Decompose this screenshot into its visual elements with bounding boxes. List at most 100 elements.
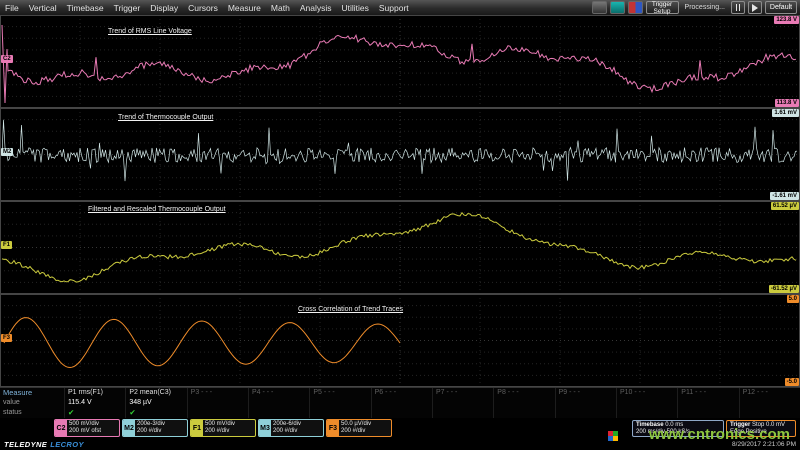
measure-column[interactable]: P12 - - - [739,388,800,418]
grid-panel-correlation: Cross Correlation of Trend Traces 5.0 -5… [0,294,800,387]
watermark-text: www.cntronics.com [649,426,790,443]
measure-value [252,398,306,408]
menu-item-file[interactable]: File [0,3,24,13]
measure-column[interactable]: P11 - - - [677,388,738,418]
measure-header: P4 - - - [252,388,306,398]
descriptor-settings: 50.0 µV/div200 #/div [339,420,371,436]
measure-value [497,398,551,408]
menu-item-analysis[interactable]: Analysis [295,3,337,13]
measure-header: P11 - - - [681,388,735,398]
measure-panel: Measure value status P1 rms(F1)115.4 V✔P… [0,387,800,418]
descriptor-label: F1 [191,420,203,436]
scale-tag-top: 123.8 V [774,16,799,24]
menu-item-cursors[interactable]: Cursors [183,3,223,13]
scale-tag-top: 5.0 [787,295,799,303]
descriptor-box-c2[interactable]: C2500 mV/div200 mV ofst [54,419,120,437]
measure-title: Measure [3,388,64,398]
measure-value [620,398,674,408]
descriptor-settings: 500 mV/div200 mV ofst [67,420,101,436]
measure-column[interactable]: P1 rms(F1)115.4 V✔ [64,388,125,418]
toolbar-right: Trigger Setup Processing... Default [592,1,800,14]
descriptor-settings: 500 mV/div200 #/div [203,420,235,436]
lecroy-trigger-icon[interactable] [628,1,643,14]
measure-header: P12 - - - [743,388,797,398]
trigger-setup-button[interactable]: Trigger Setup [646,1,679,14]
measure-column[interactable]: P10 - - - [616,388,677,418]
cntronics-logo-icon [608,431,618,441]
measure-header: P6 - - - [375,388,429,398]
brand-teledyne: TELEDYNE [4,440,47,449]
measure-column[interactable]: P6 - - - [371,388,432,418]
descriptor-settings: 200e-6/div200 #/div [271,420,301,436]
measure-header: P2 mean(C3) [129,388,183,398]
pause-button[interactable] [731,1,745,14]
menu-item-utilities[interactable]: Utilities [336,3,373,13]
descriptor-label: C2 [55,420,67,436]
menu-item-timebase[interactable]: Timebase [62,3,109,13]
measure-column[interactable]: P7 - - - [432,388,493,418]
annotation-thermocouple: Trend of Thermocouple Output [118,114,213,121]
waveform-area: Trend of RMS Line Voltage 123.8 V 113.8 … [0,15,800,387]
descriptor-label: M2 [123,420,135,436]
annotation-filtered: Filtered and Rescaled Thermocouple Outpu… [88,206,226,213]
measure-value [313,398,367,408]
scale-tag-bottom: -61.52 µV [769,285,799,293]
default-label: Default [770,4,792,11]
menu-item-measure[interactable]: Measure [223,3,266,13]
descriptor-label: M3 [259,420,271,436]
measure-column[interactable]: P2 mean(C3)348 µV✔ [125,388,186,418]
waveform-trace-filtered [0,201,800,294]
measure-header: P8 - - - [497,388,551,398]
channel-label[interactable]: F3 [1,334,12,342]
menu-item-display[interactable]: Display [145,3,183,13]
teledyne-lecroy-logo: TELEDYNELECROY [4,440,84,449]
measure-value [743,398,797,408]
descriptor-box-m3[interactable]: M3200e-6/div200 #/div [258,419,324,437]
measure-row-value: value [3,398,64,408]
pause-icon [736,4,737,11]
measure-header: P9 - - - [559,388,613,398]
menu-item-math[interactable]: Math [266,3,295,13]
run-button[interactable] [748,1,762,14]
scope-status-icon[interactable] [610,1,625,14]
descriptor-box-f3[interactable]: F350.0 µV/div200 #/div [326,419,392,437]
scale-tag-bottom: -1.61 mV [770,192,799,200]
measure-value [681,398,735,408]
scale-tag-top: 61.52 µV [771,202,799,210]
channel-label[interactable]: C2 [1,55,13,63]
measure-header: P1 rms(F1) [68,388,122,398]
measure-column[interactable]: P9 - - - [555,388,616,418]
menu-item-trigger[interactable]: Trigger [109,3,146,13]
settings-icon[interactable] [592,1,607,14]
measure-row-labels: Measure value status [0,388,64,418]
measure-column[interactable]: P3 - - - [187,388,248,418]
scale-tag-bottom: 113.8 V [775,99,799,107]
menu-item-vertical[interactable]: Vertical [24,3,62,13]
measure-header: P3 - - - [191,388,245,398]
measure-value: 348 µV [129,398,183,408]
measure-value [559,398,613,408]
descriptor-box-m2[interactable]: M2200e-3/div200 #/div [122,419,188,437]
measure-value [191,398,245,408]
measure-column[interactable]: P8 - - - [493,388,554,418]
grid-panel-rms-trend: Trend of RMS Line Voltage 123.8 V 113.8 … [0,15,800,108]
channel-label[interactable]: M2 [1,148,13,156]
grid-panel-filtered: Filtered and Rescaled Thermocouple Outpu… [0,201,800,294]
channel-descriptors: C2500 mV/div200 mV ofstM2200e-3/div200 #… [54,419,392,437]
waveform-trace-thermocouple [0,108,800,201]
descriptor-box-f1[interactable]: F1500 mV/div200 #/div [190,419,256,437]
measure-value [375,398,429,408]
annotation-rms-trend: Trend of RMS Line Voltage [108,28,192,35]
grid-panel-thermocouple-trend: Trend of Thermocouple Output 1.61 mV -1.… [0,108,800,201]
default-button[interactable]: Default [765,1,797,14]
descriptor-settings: 200e-3/div200 #/div [135,420,165,436]
menu-item-support[interactable]: Support [374,3,414,13]
channel-label[interactable]: F1 [1,241,12,249]
measure-value: 115.4 V [68,398,122,408]
play-icon [752,4,758,12]
menu-bar: File Vertical Timebase Trigger Display C… [0,0,800,15]
measure-column[interactable]: P4 - - - [248,388,309,418]
measure-column[interactable]: P5 - - - [309,388,370,418]
oscilloscope-screen: File Vertical Timebase Trigger Display C… [0,0,800,450]
measure-value [436,398,490,408]
